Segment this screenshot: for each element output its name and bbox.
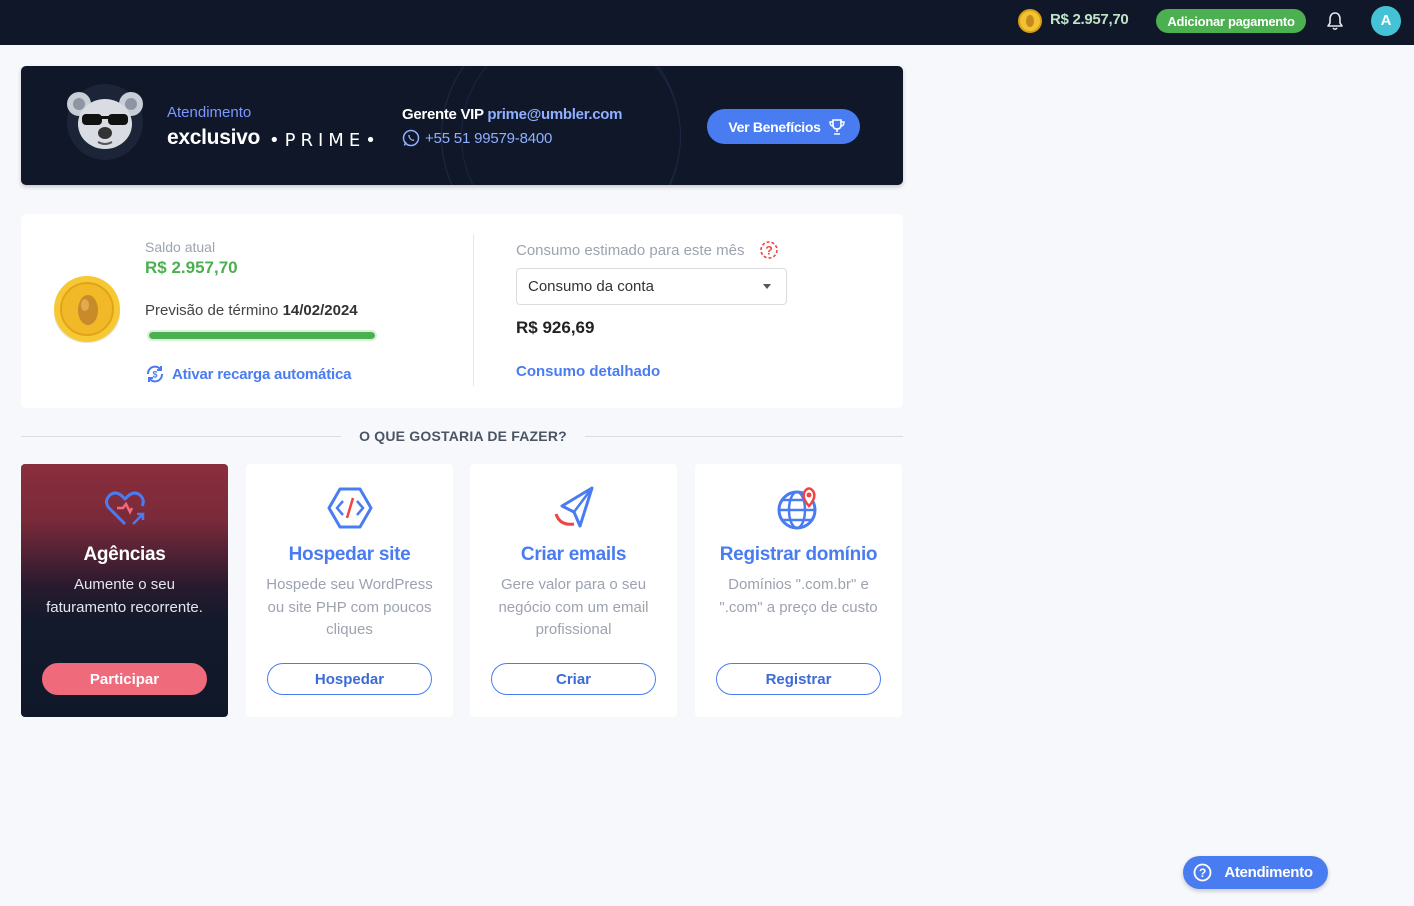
create-button[interactable]: Criar xyxy=(491,663,656,695)
balance-progress-fill xyxy=(149,332,375,339)
consumption-select[interactable]: Consumo da conta xyxy=(516,268,787,305)
avatar[interactable]: A xyxy=(1371,6,1401,36)
heart-growth-icon xyxy=(105,491,145,526)
section-divider xyxy=(585,436,903,437)
card-title: Criar emails xyxy=(520,544,627,565)
decorative-arc xyxy=(461,66,681,185)
balance-card: Saldo atual R$ 2.957,70 Previsão de térm… xyxy=(21,214,903,408)
host-site-card: Hospedar site Hospede seu WordPress ou s… xyxy=(246,464,453,717)
card-title: Agências xyxy=(83,544,166,565)
trophy-icon xyxy=(829,119,845,135)
view-benefits-label: Ver Benefícios xyxy=(728,118,821,135)
auto-recharge-icon[interactable]: $ xyxy=(145,364,165,384)
section-divider xyxy=(21,436,341,437)
coin-icon xyxy=(54,276,120,343)
card-title: Hospedar site xyxy=(288,544,411,565)
manager-info: Gerente VIP prime@umbler.com xyxy=(402,106,623,123)
top-bar: R$ 2.957,70 Adicionar pagamento A xyxy=(0,0,1414,45)
whatsapp-icon xyxy=(402,129,420,147)
register-button[interactable]: Registrar xyxy=(716,663,881,695)
host-button[interactable]: Hospedar xyxy=(267,663,432,695)
prime-logo-text: •PRIME• xyxy=(269,130,381,151)
manager-email-link[interactable]: prime@umbler.com xyxy=(487,106,622,123)
create-email-card: Criar emails Gere valor para o seu negóc… xyxy=(470,464,677,717)
forecast-text: Previsão de término 14/02/2024 xyxy=(145,302,358,319)
forecast-date: 14/02/2024 xyxy=(282,302,358,319)
consumption-select-value: Consumo da conta xyxy=(528,278,654,295)
participate-button[interactable]: Participar xyxy=(42,663,207,695)
help-icon[interactable]: ? xyxy=(759,240,779,260)
svg-text:?: ? xyxy=(1199,866,1206,880)
card-title: Registrar domínio xyxy=(719,544,878,565)
bell-icon[interactable] xyxy=(1325,10,1345,32)
consumption-value: R$ 926,69 xyxy=(516,318,595,337)
chevron-down-icon xyxy=(763,284,771,289)
prime-banner: Atendimento exclusivo •PRIME• Gerente VI… xyxy=(21,66,903,185)
card-divider xyxy=(473,234,474,386)
view-benefits-button[interactable]: Ver Benefícios xyxy=(707,109,860,144)
code-hexagon-icon xyxy=(327,487,373,529)
service-label: Atendimento xyxy=(167,104,252,121)
svg-text:?: ? xyxy=(765,244,772,258)
coin-icon xyxy=(1018,9,1042,33)
topbar-balance: R$ 2.957,70 xyxy=(1050,11,1129,28)
card-description: Gere valor para o seu negócio com um ema… xyxy=(498,576,649,638)
phone-link[interactable]: +55 51 99579-8400 xyxy=(425,130,552,147)
current-balance-label: Saldo atual xyxy=(145,239,216,255)
balance-progress-bar xyxy=(147,330,377,341)
exclusive-label: exclusivo xyxy=(167,126,261,149)
koala-mascot-icon xyxy=(67,84,143,160)
manager-label: Gerente VIP xyxy=(402,106,484,123)
card-description: Aumente o seu faturamento recorrente. xyxy=(46,576,203,616)
svg-text:$: $ xyxy=(152,370,157,380)
question-icon: ? xyxy=(1193,863,1212,882)
detailed-consumption-link[interactable]: Consumo detalhado xyxy=(516,363,660,380)
card-description: Domínios ".com.br" e ".com" a preço de c… xyxy=(719,576,878,616)
support-label: Atendimento xyxy=(1224,864,1313,881)
consumption-label: Consumo estimado para este mês xyxy=(516,242,745,259)
add-payment-button[interactable]: Adicionar pagamento xyxy=(1156,9,1306,33)
current-balance-value: R$ 2.957,70 xyxy=(145,258,238,277)
section-title: O QUE GOSTARIA DE FAZER? xyxy=(359,428,567,444)
register-domain-card: Registrar domínio Domínios ".com.br" e "… xyxy=(695,464,902,717)
agencies-card: Agências Aumente o seu faturamento recor… xyxy=(21,464,228,717)
auto-recharge-link[interactable]: Ativar recarga automática xyxy=(172,366,351,383)
forecast-label: Previsão de término xyxy=(145,302,279,319)
globe-pin-icon xyxy=(777,487,817,530)
card-description: Hospede seu WordPress ou site PHP com po… xyxy=(266,576,433,638)
support-button[interactable]: ? Atendimento xyxy=(1183,856,1328,889)
paper-plane-icon xyxy=(554,486,594,528)
